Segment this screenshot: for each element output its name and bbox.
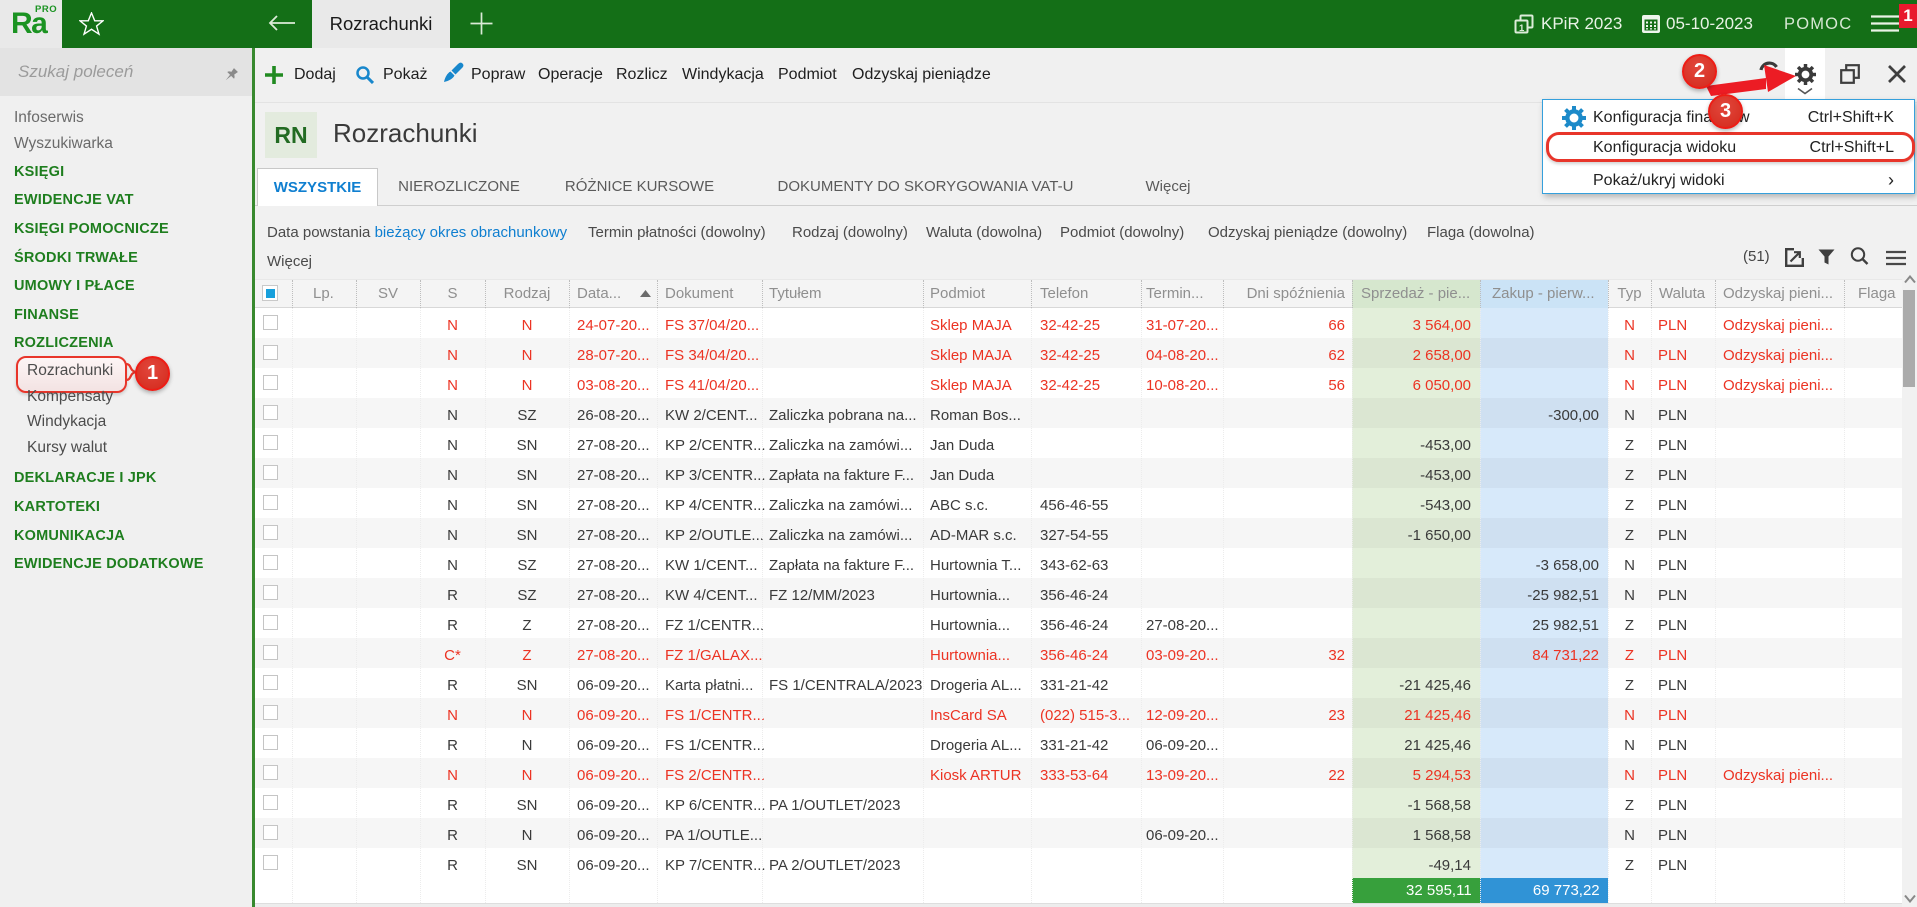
svg-text:1: 1 bbox=[1519, 23, 1525, 34]
